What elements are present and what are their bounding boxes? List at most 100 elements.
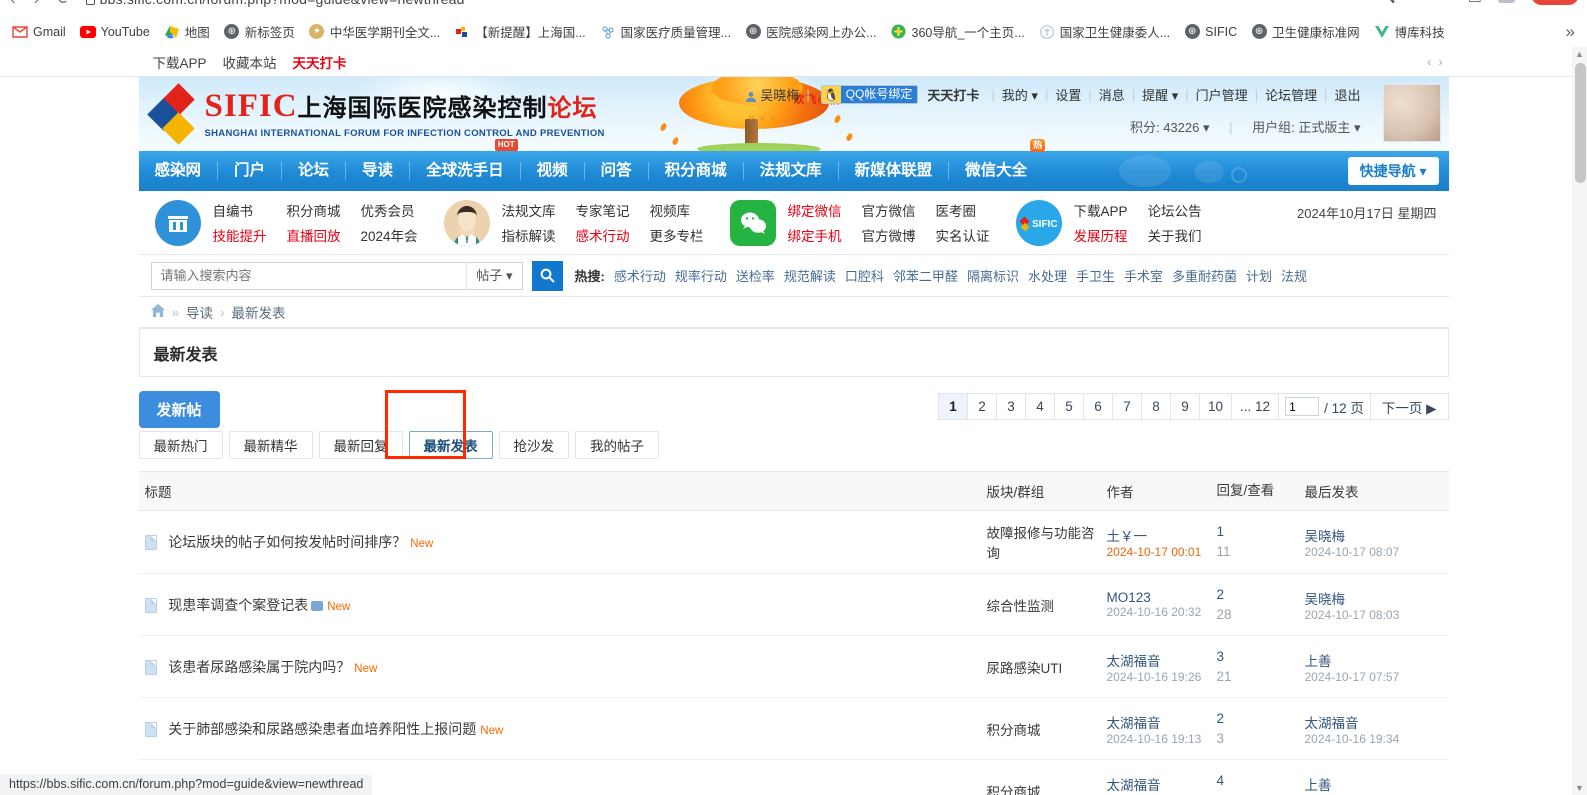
- page-button-9[interactable]: 9: [1170, 393, 1201, 420]
- thread-author[interactable]: 土￥一: [1107, 525, 1205, 545]
- thread-link[interactable]: 该患者尿路感染属于院内吗？: [168, 659, 350, 675]
- hot-term-0[interactable]: 感术行动: [614, 266, 666, 285]
- hot-term-2[interactable]: 送检率: [736, 266, 775, 285]
- thread-author[interactable]: 太湖福音: [1107, 650, 1205, 670]
- table-row[interactable]: 关于肺部感染和尿路感染患者血培养阳性上报问题 New 积分商城 太湖福音 2024…: [138, 697, 1449, 761]
- nav-item-handwashing-day[interactable]: 全球洗手日 HOT: [410, 139, 520, 191]
- search-button[interactable]: [531, 260, 563, 291]
- page-button-6[interactable]: 6: [1083, 393, 1114, 420]
- subnav-regulations-library[interactable]: 法规文库: [502, 200, 556, 220]
- bookmarks-overflow-icon[interactable]: »: [1566, 22, 1575, 42]
- subnav-official-wechat[interactable]: 官方微信: [862, 200, 916, 220]
- search-box[interactable]: 帖子 ▾: [150, 261, 523, 290]
- site-logo[interactable]: SIFIC 上海国际医院感染控制论坛 SHANGHAI INTERNATIONA…: [146, 83, 605, 145]
- user-group[interactable]: 用户组: 正式版主 ▾: [1252, 120, 1360, 135]
- thread-forum[interactable]: 故障报修与功能咨询: [980, 510, 1101, 574]
- subnav-real-name-auth[interactable]: 实名认证: [936, 225, 990, 245]
- nav-item-regulations[interactable]: 法规文库: [744, 151, 838, 191]
- bookmark-youtube[interactable]: YouTube: [74, 21, 156, 43]
- hot-term-6[interactable]: 隔离标识: [967, 266, 1019, 285]
- thread-forum[interactable]: 综合性监测: [980, 573, 1101, 637]
- subnav-download-app[interactable]: 下载APP: [1074, 200, 1128, 220]
- subnav-medical-exam-circle[interactable]: 医考圈: [936, 200, 990, 220]
- user-points[interactable]: 积分: 43226 ▾: [1130, 120, 1210, 135]
- new-post-button[interactable]: 发新帖: [138, 391, 220, 428]
- page-jump[interactable]: / 12 页: [1278, 393, 1371, 420]
- sific-circle-icon[interactable]: SIFIC: [1015, 199, 1062, 246]
- next-page-button[interactable]: 下一页 ▶: [1369, 393, 1449, 420]
- bookmark-boku-tech[interactable]: 博库科技: [1368, 19, 1451, 44]
- bookmark-star-icon[interactable]: ★: [1438, 0, 1451, 4]
- subnav-more-columns[interactable]: 更多专栏: [650, 225, 704, 245]
- thread-forum[interactable]: 积分商城: [980, 759, 1101, 795]
- bookmark-health-standard[interactable]: ⊕ 卫生健康标准网: [1245, 19, 1366, 44]
- profile-pill[interactable]: 交流: [1530, 0, 1579, 5]
- bookmark-maps[interactable]: 地图: [158, 19, 216, 44]
- nav-item-forum[interactable]: 论坛: [282, 151, 345, 191]
- bookmark-sific[interactable]: ⊕ SIFIC: [1178, 21, 1243, 43]
- address-bar[interactable]: bbs.sific.com.cn/forum.php?mod=guide&vie…: [85, 0, 465, 7]
- home-icon[interactable]: [150, 304, 165, 320]
- user-menu-portal-admin[interactable]: 门户管理: [1196, 85, 1248, 104]
- back-icon[interactable]: ‹: [10, 0, 16, 9]
- nav-item-guide[interactable]: 导读: [346, 151, 409, 191]
- breadcrumb-item-guide[interactable]: 导读: [186, 302, 213, 322]
- topstrip-download-app[interactable]: 下载APP: [153, 52, 207, 72]
- last-post-user[interactable]: 上善: [1305, 650, 1443, 670]
- nav-item-portal[interactable]: 门户: [218, 151, 281, 191]
- last-post-user[interactable]: 上善: [1305, 774, 1443, 794]
- table-row[interactable]: 现患率调查个案登记表 New 综合性监测 MO123 2024-10-16 20:…: [138, 573, 1449, 637]
- tab-newest-hot[interactable]: 最新热门: [138, 431, 223, 459]
- user-menu-mine[interactable]: 我的 ▾: [1002, 85, 1038, 104]
- user-avatar[interactable]: [1382, 84, 1441, 142]
- user-menu-messages[interactable]: 消息: [1099, 85, 1125, 104]
- page-button-1[interactable]: 1: [938, 393, 969, 420]
- search-type-select[interactable]: 帖子 ▾: [466, 262, 521, 289]
- page-button-2[interactable]: 2: [967, 393, 998, 420]
- doctor-icon[interactable]: [443, 199, 490, 246]
- daily-checkin-link[interactable]: 天天打卡: [927, 85, 979, 104]
- avatar[interactable]: [1497, 0, 1515, 3]
- scroll-up-arrow-icon[interactable]: ▲: [1574, 49, 1585, 59]
- subnav-self-book[interactable]: 自编书: [213, 200, 267, 220]
- table-row[interactable]: 该患者尿路感染属于院内吗？ New 尿路感染UTI 太湖福音 2024-10-16…: [138, 635, 1449, 699]
- vertical-scrollbar[interactable]: ▲ ▼: [1572, 47, 1587, 795]
- tab-my-posts[interactable]: 我的帖子: [575, 431, 659, 459]
- subnav-infection-action[interactable]: 感术行动: [576, 225, 630, 245]
- topstrip-bookmark-site[interactable]: 收藏本站: [223, 52, 277, 72]
- hot-term-8[interactable]: 手卫生: [1076, 266, 1115, 285]
- subnav-bind-wechat[interactable]: 绑定微信: [788, 200, 842, 220]
- thread-link[interactable]: 现患率调查个案登记表: [168, 597, 308, 613]
- subnav-indicator-reading[interactable]: 指标解读: [502, 225, 556, 245]
- bookmark-cma-journal[interactable]: ✦ 中华医学期刊全文...: [303, 19, 446, 44]
- thread-author[interactable]: MO123: [1107, 590, 1205, 605]
- subnav-2024-meeting[interactable]: 2024年会: [361, 225, 418, 245]
- user-menu-notifications[interactable]: 提醒 ▾: [1142, 85, 1178, 104]
- page-button-3[interactable]: 3: [996, 393, 1027, 420]
- last-post-user[interactable]: 太湖福音: [1305, 712, 1443, 732]
- subnav-skill-up[interactable]: 技能提升: [213, 225, 267, 245]
- last-post-user[interactable]: 吴晓梅: [1305, 525, 1443, 545]
- subnav-expert-notes[interactable]: 专家笔记: [576, 200, 630, 220]
- hot-term-3[interactable]: 规范解读: [784, 266, 836, 285]
- bookmark-sific-notice[interactable]: 【新提醒】上海国...: [448, 19, 591, 44]
- scroll-down-arrow-icon[interactable]: ▼: [1574, 783, 1585, 793]
- nav-item-qa[interactable]: 问答: [585, 151, 648, 191]
- breadcrumb-item-newest[interactable]: 最新发表: [232, 302, 286, 322]
- subnav-live-replay[interactable]: 直播回放: [287, 225, 341, 245]
- hot-term-4[interactable]: 口腔科: [845, 266, 884, 285]
- quick-nav-button[interactable]: 快捷导航 ▾: [1347, 157, 1439, 185]
- subnav-bind-phone[interactable]: 绑定手机: [788, 225, 842, 245]
- qq-bind-button[interactable]: 🐧 QQ帐号绑定: [820, 85, 919, 104]
- tab-newest-digest[interactable]: 最新精华: [228, 431, 313, 459]
- page-button-4[interactable]: 4: [1025, 393, 1056, 420]
- page-jump-input[interactable]: [1285, 397, 1320, 416]
- hot-term-12[interactable]: 法规: [1281, 266, 1307, 285]
- extensions-icon[interactable]: ▣: [1468, 0, 1482, 4]
- search-icon[interactable]: 🔍: [1377, 0, 1396, 4]
- thread-forum[interactable]: 积分商城: [980, 697, 1101, 761]
- bookmark-newtab[interactable]: ⊕ 新标签页: [218, 19, 301, 44]
- subnav-excellent-member[interactable]: 优秀会员: [361, 200, 418, 220]
- nav-item-media-alliance[interactable]: 新媒体联盟: [839, 151, 949, 191]
- subnav-about-us[interactable]: 关于我们: [1148, 225, 1202, 245]
